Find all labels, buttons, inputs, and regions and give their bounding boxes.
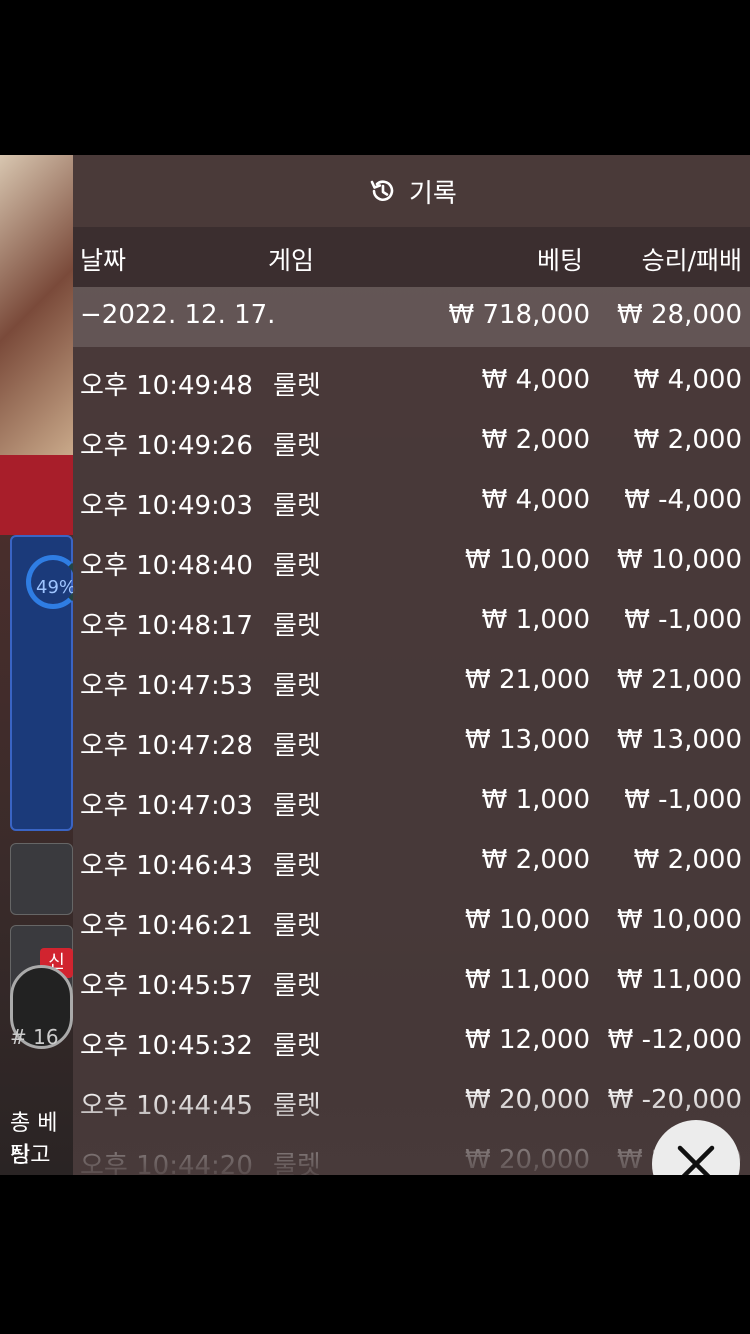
row-result: ₩ 2,000 <box>633 425 742 455</box>
row-time: 오후 10:49:48 <box>80 371 253 401</box>
chip-number: # 16 <box>10 1025 59 1049</box>
row-game: 룰렛 <box>273 1091 321 1121</box>
row-bet: ₩ 20,000 <box>465 1145 590 1175</box>
history-row[interactable]: 오후 10:49:26 룰렛 ₩ 2,000 ₩ 2,000 <box>73 413 750 473</box>
row-bet: ₩ 13,000 <box>465 725 590 755</box>
row-result: ₩ 10,000 <box>617 905 742 935</box>
row-result: ₩ -1,000 <box>624 785 742 815</box>
history-panel: 기록 날짜 게임 베팅 승리/패배 −2022. 12. 17. ₩ 718,0… <box>73 155 750 1175</box>
history-row[interactable]: 오후 10:47:53 룰렛 ₩ 21,000 ₩ 21,000 <box>73 653 750 713</box>
row-bet: ₩ 1,000 <box>481 785 590 815</box>
row-result: ₩ -4,000 <box>624 485 742 515</box>
column-header-game: 게임 <box>268 246 315 275</box>
row-time: 오후 10:49:03 <box>80 491 253 521</box>
row-bet: ₩ 4,000 <box>481 365 590 395</box>
row-game: 룰렛 <box>273 731 321 761</box>
date-group-result-total: ₩ 28,000 <box>617 300 742 330</box>
row-game: 룰렛 <box>273 911 321 941</box>
column-header-bet: 베팅 <box>536 246 583 275</box>
row-bet: ₩ 20,000 <box>465 1085 590 1115</box>
background-video <box>0 155 73 455</box>
row-bet: ₩ 10,000 <box>465 905 590 935</box>
history-row[interactable]: 오후 10:48:17 룰렛 ₩ 1,000 ₩ -1,000 <box>73 593 750 653</box>
row-result: ₩ 11,000 <box>617 965 742 995</box>
history-row[interactable]: 오후 10:45:57 룰렛 ₩ 11,000 ₩ 11,000 <box>73 953 750 1013</box>
row-result: ₩ -20,000 <box>607 1085 742 1115</box>
row-bet: ₩ 21,000 <box>465 665 590 695</box>
history-row[interactable]: 오후 10:47:03 룰렛 ₩ 1,000 ₩ -1,000 <box>73 773 750 833</box>
close-icon <box>677 1145 715 1175</box>
history-row[interactable]: 오후 10:49:03 룰렛 ₩ 4,000 ₩ -4,000 <box>73 473 750 533</box>
row-bet: ₩ 4,000 <box>481 485 590 515</box>
background-table <box>0 455 73 535</box>
row-game: 룰렛 <box>273 791 321 821</box>
row-game: 룰렛 <box>273 491 321 521</box>
row-time: 오후 10:44:20 <box>80 1151 253 1175</box>
row-time: 오후 10:48:17 <box>80 611 253 641</box>
progress-percent: 49% <box>36 577 77 598</box>
history-title-bar: 기록 <box>73 155 750 227</box>
row-time: 오후 10:49:26 <box>80 431 253 461</box>
row-bet: ₩ 11,000 <box>465 965 590 995</box>
row-result: ₩ 2,000 <box>633 845 742 875</box>
column-header-date: 날짜 <box>80 246 127 275</box>
row-game: 룰렛 <box>273 551 321 581</box>
row-game: 룰렛 <box>273 971 321 1001</box>
row-result: ₩ 21,000 <box>617 665 742 695</box>
row-game: 룰렛 <box>273 671 321 701</box>
date-group-bet-total: ₩ 718,000 <box>448 300 591 330</box>
history-row[interactable]: 오후 10:46:21 룰렛 ₩ 10,000 ₩ 10,000 <box>73 893 750 953</box>
row-result: ₩ 4,000 <box>633 365 742 395</box>
row-time: 오후 10:45:32 <box>80 1031 253 1061</box>
history-row[interactable]: 오후 10:48:40 룰렛 ₩ 10,000 ₩ 10,000 <box>73 533 750 593</box>
row-time: 오후 10:46:43 <box>80 851 253 881</box>
row-time: 오후 10:47:53 <box>80 671 253 701</box>
history-title: 기록 <box>409 179 457 209</box>
row-game: 룰렛 <box>273 431 321 461</box>
row-game: 룰렛 <box>273 1151 321 1175</box>
history-row[interactable]: 오후 10:47:28 룰렛 ₩ 13,000 ₩ 13,000 <box>73 713 750 773</box>
row-time: 오후 10:46:21 <box>80 911 253 941</box>
row-result: ₩ 10,000 <box>617 545 742 575</box>
row-result: ₩ -12,000 <box>607 1025 742 1055</box>
background-game-strip: 49% 신규 # 16 총 베팅 잔고 <box>0 155 80 1175</box>
row-bet: ₩ 2,000 <box>481 425 590 455</box>
history-icon <box>370 180 394 201</box>
row-time: 오후 10:45:57 <box>80 971 253 1001</box>
row-bet: ₩ 1,000 <box>481 605 590 635</box>
date-group-row[interactable]: −2022. 12. 17. ₩ 718,000 ₩ 28,000 <box>73 287 750 347</box>
table-header: 날짜 게임 베팅 승리/패배 <box>73 227 750 287</box>
row-time: 오후 10:48:40 <box>80 551 253 581</box>
history-row[interactable]: 오후 10:45:32 룰렛 ₩ 12,000 ₩ -12,000 <box>73 1013 750 1073</box>
row-result: ₩ 13,000 <box>617 725 742 755</box>
side-button[interactable] <box>10 843 73 915</box>
row-game: 룰렛 <box>273 851 321 881</box>
row-bet: ₩ 10,000 <box>465 545 590 575</box>
row-time: 오후 10:47:28 <box>80 731 253 761</box>
history-row[interactable]: 오후 10:46:43 룰렛 ₩ 2,000 ₩ 2,000 <box>73 833 750 893</box>
column-header-result: 승리/패배 <box>641 246 742 275</box>
history-row[interactable]: 오후 10:44:20룰렛₩ 20,000₩ 20,000 <box>73 1133 750 1175</box>
row-result: ₩ -1,000 <box>624 605 742 635</box>
row-game: 룰렛 <box>273 371 321 401</box>
history-row[interactable]: 오후 10:44:45 룰렛 ₩ 20,000 ₩ -20,000 <box>73 1073 750 1133</box>
history-row[interactable]: 오후 10:49:48 룰렛 ₩ 4,000 ₩ 4,000 <box>73 353 750 413</box>
date-group-label: −2022. 12. 17. <box>80 300 276 330</box>
row-time: 오후 10:47:03 <box>80 791 253 821</box>
row-game: 룰렛 <box>273 1031 321 1061</box>
game-stage: 49% 신규 # 16 총 베팅 잔고 기록 날짜 게임 베팅 승리/패배 −2… <box>0 155 750 1175</box>
row-time: 오후 10:44:45 <box>80 1091 253 1121</box>
row-game: 룰렛 <box>273 611 321 641</box>
row-bet: ₩ 2,000 <box>481 845 590 875</box>
balance-label: 잔고 <box>10 1143 51 1168</box>
row-bet: ₩ 12,000 <box>465 1025 590 1055</box>
